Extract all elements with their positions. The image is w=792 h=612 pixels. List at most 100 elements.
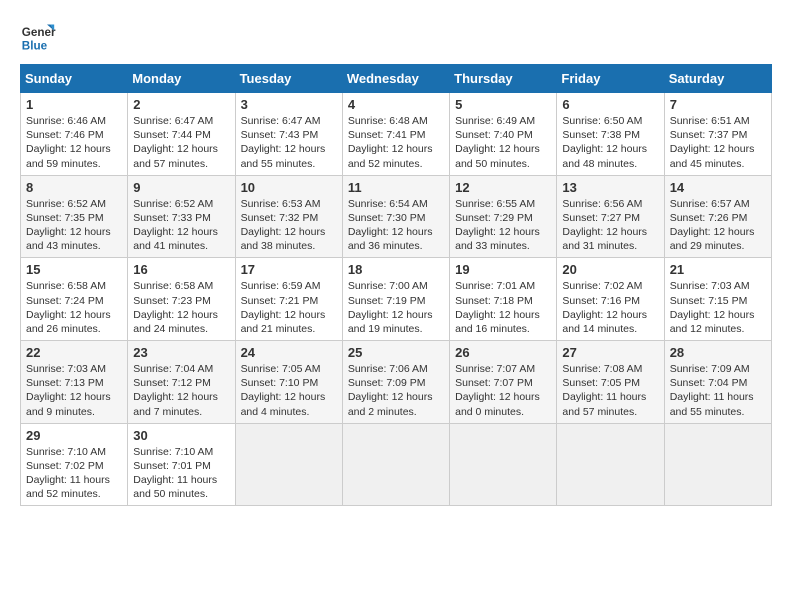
calendar-row: 29Sunrise: 7:10 AMSunset: 7:02 PMDayligh…	[21, 423, 772, 506]
day-detail: Daylight: 12 hours	[348, 225, 444, 239]
day-detail: Sunset: 7:46 PM	[26, 128, 122, 142]
calendar-cell: 21Sunrise: 7:03 AMSunset: 7:15 PMDayligh…	[664, 258, 771, 341]
day-number: 5	[455, 97, 551, 112]
day-detail: Daylight: 12 hours	[26, 390, 122, 404]
day-detail: and 57 minutes.	[133, 157, 229, 171]
day-detail: Sunset: 7:41 PM	[348, 128, 444, 142]
day-number: 16	[133, 262, 229, 277]
day-detail: Sunrise: 6:58 AM	[133, 279, 229, 293]
day-detail: Sunset: 7:29 PM	[455, 211, 551, 225]
day-detail: and 57 minutes.	[562, 405, 658, 419]
day-number: 23	[133, 345, 229, 360]
day-number: 30	[133, 428, 229, 443]
calendar-cell: 5Sunrise: 6:49 AMSunset: 7:40 PMDaylight…	[450, 93, 557, 176]
col-header-saturday: Saturday	[664, 65, 771, 93]
day-number: 15	[26, 262, 122, 277]
day-detail: Sunrise: 7:03 AM	[670, 279, 766, 293]
day-detail: Sunrise: 6:51 AM	[670, 114, 766, 128]
day-number: 29	[26, 428, 122, 443]
calendar-body: 1Sunrise: 6:46 AMSunset: 7:46 PMDaylight…	[21, 93, 772, 506]
calendar-header-row: SundayMondayTuesdayWednesdayThursdayFrid…	[21, 65, 772, 93]
day-detail: Sunset: 7:43 PM	[241, 128, 337, 142]
svg-text:General: General	[22, 26, 56, 39]
day-number: 27	[562, 345, 658, 360]
day-detail: and 45 minutes.	[670, 157, 766, 171]
day-detail: and 7 minutes.	[133, 405, 229, 419]
calendar-cell: 28Sunrise: 7:09 AMSunset: 7:04 PMDayligh…	[664, 341, 771, 424]
day-detail: Sunset: 7:35 PM	[26, 211, 122, 225]
calendar-cell: 14Sunrise: 6:57 AMSunset: 7:26 PMDayligh…	[664, 175, 771, 258]
day-detail: and 26 minutes.	[26, 322, 122, 336]
day-detail: and 4 minutes.	[241, 405, 337, 419]
day-number: 17	[241, 262, 337, 277]
day-detail: Sunset: 7:23 PM	[133, 294, 229, 308]
day-detail: and 43 minutes.	[26, 239, 122, 253]
day-number: 24	[241, 345, 337, 360]
col-header-wednesday: Wednesday	[342, 65, 449, 93]
day-detail: Sunset: 7:13 PM	[26, 376, 122, 390]
calendar-cell	[450, 423, 557, 506]
day-number: 9	[133, 180, 229, 195]
day-detail: and 59 minutes.	[26, 157, 122, 171]
col-header-sunday: Sunday	[21, 65, 128, 93]
day-number: 2	[133, 97, 229, 112]
day-detail: Sunrise: 6:52 AM	[26, 197, 122, 211]
day-detail: Daylight: 11 hours	[562, 390, 658, 404]
calendar-cell: 16Sunrise: 6:58 AMSunset: 7:23 PMDayligh…	[128, 258, 235, 341]
day-detail: Sunset: 7:18 PM	[455, 294, 551, 308]
col-header-monday: Monday	[128, 65, 235, 93]
day-number: 21	[670, 262, 766, 277]
calendar-row: 1Sunrise: 6:46 AMSunset: 7:46 PMDaylight…	[21, 93, 772, 176]
day-detail: Sunset: 7:01 PM	[133, 459, 229, 473]
calendar-cell: 1Sunrise: 6:46 AMSunset: 7:46 PMDaylight…	[21, 93, 128, 176]
day-detail: Daylight: 12 hours	[348, 142, 444, 156]
day-number: 19	[455, 262, 551, 277]
day-detail: Daylight: 12 hours	[241, 308, 337, 322]
day-detail: and 55 minutes.	[670, 405, 766, 419]
day-detail: and 52 minutes.	[26, 487, 122, 501]
calendar-cell: 15Sunrise: 6:58 AMSunset: 7:24 PMDayligh…	[21, 258, 128, 341]
day-detail: and 33 minutes.	[455, 239, 551, 253]
day-detail: Sunrise: 6:53 AM	[241, 197, 337, 211]
calendar-cell	[235, 423, 342, 506]
day-detail: and 52 minutes.	[348, 157, 444, 171]
day-detail: Sunset: 7:09 PM	[348, 376, 444, 390]
day-detail: Daylight: 12 hours	[133, 225, 229, 239]
calendar-cell	[342, 423, 449, 506]
day-detail: Sunset: 7:05 PM	[562, 376, 658, 390]
calendar-cell	[557, 423, 664, 506]
day-detail: Sunrise: 6:55 AM	[455, 197, 551, 211]
day-detail: Daylight: 12 hours	[26, 142, 122, 156]
calendar-cell: 26Sunrise: 7:07 AMSunset: 7:07 PMDayligh…	[450, 341, 557, 424]
day-detail: Sunrise: 7:09 AM	[670, 362, 766, 376]
calendar-cell: 19Sunrise: 7:01 AMSunset: 7:18 PMDayligh…	[450, 258, 557, 341]
day-detail: Sunrise: 6:57 AM	[670, 197, 766, 211]
day-detail: Sunrise: 7:05 AM	[241, 362, 337, 376]
calendar-cell: 29Sunrise: 7:10 AMSunset: 7:02 PMDayligh…	[21, 423, 128, 506]
day-detail: Sunset: 7:37 PM	[670, 128, 766, 142]
day-detail: Sunset: 7:02 PM	[26, 459, 122, 473]
day-detail: Sunrise: 7:03 AM	[26, 362, 122, 376]
day-detail: Sunset: 7:04 PM	[670, 376, 766, 390]
calendar-cell: 13Sunrise: 6:56 AMSunset: 7:27 PMDayligh…	[557, 175, 664, 258]
day-detail: and 50 minutes.	[133, 487, 229, 501]
day-detail: Daylight: 12 hours	[562, 308, 658, 322]
day-detail: Daylight: 12 hours	[562, 225, 658, 239]
day-detail: Sunset: 7:12 PM	[133, 376, 229, 390]
calendar-cell: 11Sunrise: 6:54 AMSunset: 7:30 PMDayligh…	[342, 175, 449, 258]
day-detail: Daylight: 12 hours	[133, 390, 229, 404]
day-number: 11	[348, 180, 444, 195]
day-detail: and 14 minutes.	[562, 322, 658, 336]
day-detail: and 24 minutes.	[133, 322, 229, 336]
calendar-cell: 10Sunrise: 6:53 AMSunset: 7:32 PMDayligh…	[235, 175, 342, 258]
day-detail: Sunset: 7:44 PM	[133, 128, 229, 142]
day-detail: Sunrise: 6:52 AM	[133, 197, 229, 211]
calendar-cell: 23Sunrise: 7:04 AMSunset: 7:12 PMDayligh…	[128, 341, 235, 424]
day-number: 13	[562, 180, 658, 195]
day-detail: Sunset: 7:15 PM	[670, 294, 766, 308]
calendar-cell: 18Sunrise: 7:00 AMSunset: 7:19 PMDayligh…	[342, 258, 449, 341]
day-detail: Daylight: 12 hours	[455, 390, 551, 404]
day-number: 7	[670, 97, 766, 112]
day-detail: Daylight: 11 hours	[670, 390, 766, 404]
day-detail: Sunrise: 6:47 AM	[133, 114, 229, 128]
